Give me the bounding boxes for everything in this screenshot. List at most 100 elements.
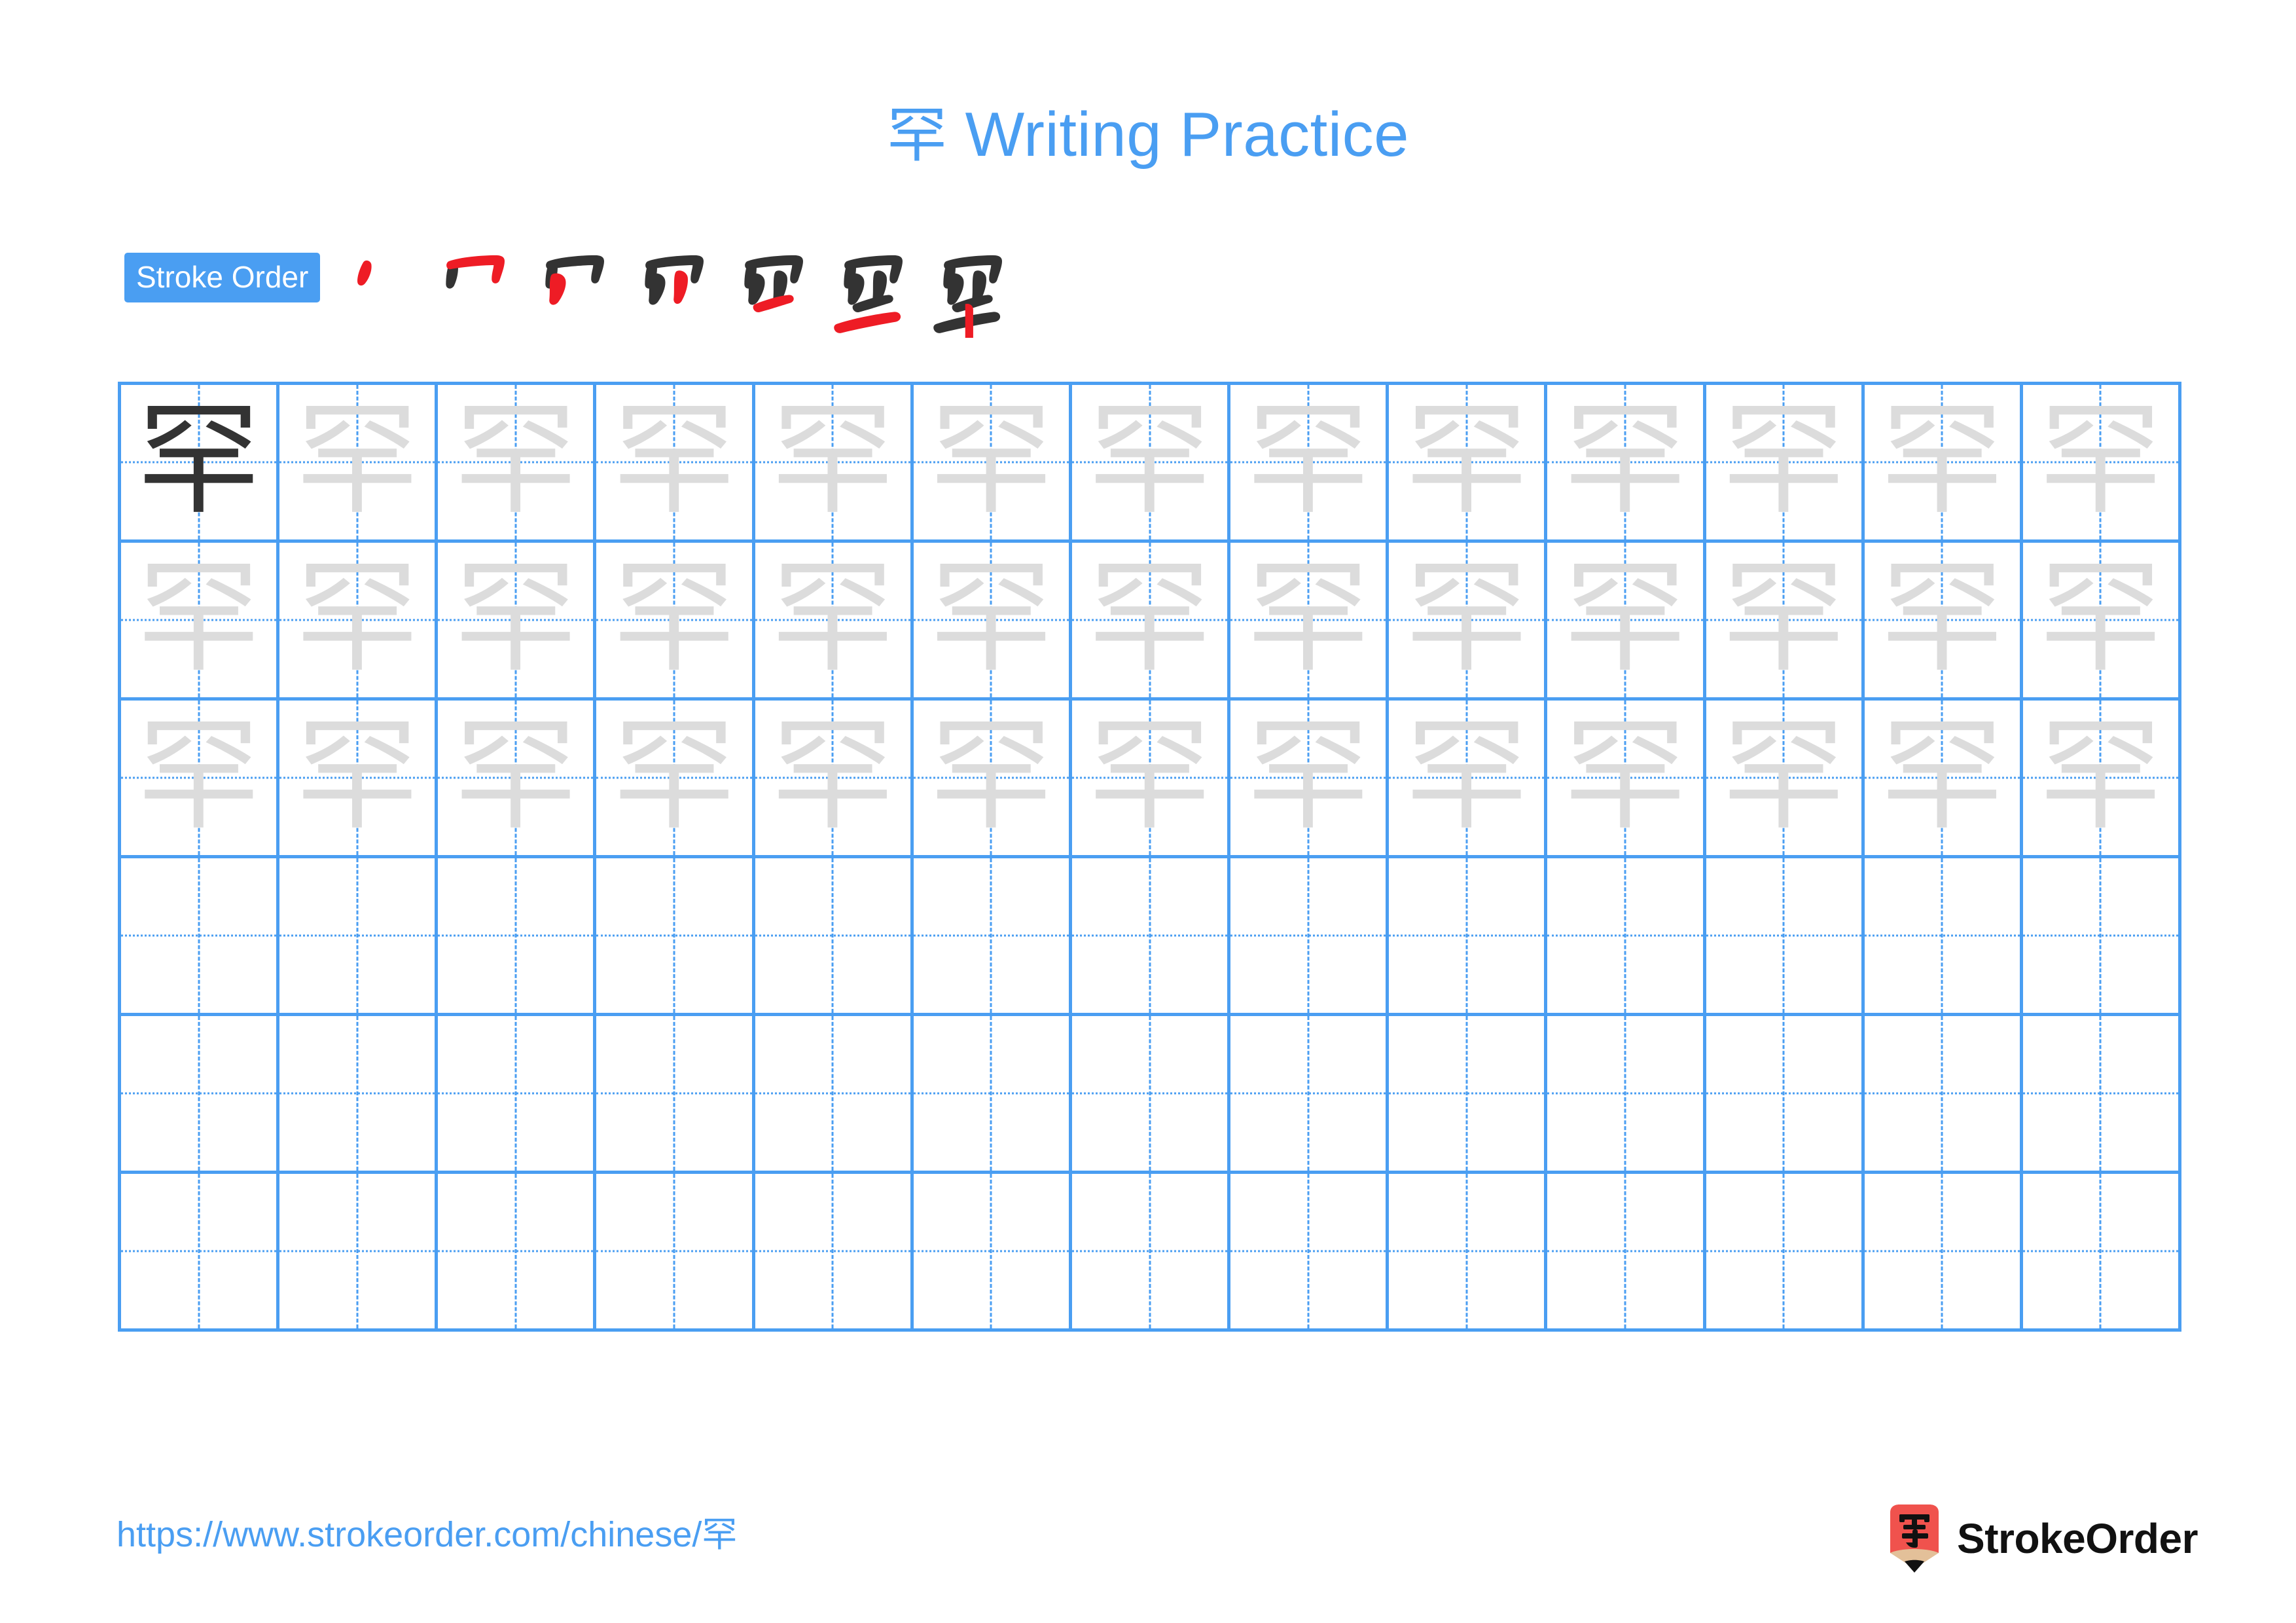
prev-strokes	[844, 255, 903, 312]
practice-cell[interactable]: 罕	[1864, 543, 2023, 701]
trace-character: 罕	[454, 704, 577, 847]
practice-cell[interactable]	[121, 1016, 280, 1174]
prev-strokes	[744, 255, 804, 305]
practice-cell[interactable]: 罕	[121, 701, 280, 858]
practice-cell[interactable]: 罕	[913, 385, 1072, 543]
trace-character: 罕	[454, 546, 577, 689]
practice-cell[interactable]	[438, 858, 597, 1016]
trace-character: 罕	[1246, 546, 1370, 689]
practice-cell[interactable]: 罕	[596, 701, 755, 858]
pencil-logo-icon	[1890, 1504, 1939, 1573]
practice-cell[interactable]	[2022, 1174, 2182, 1332]
practice-cell[interactable]	[755, 1174, 914, 1332]
practice-cell[interactable]: 罕	[2022, 385, 2182, 543]
practice-cell[interactable]: 罕	[913, 701, 1072, 858]
practice-cell[interactable]	[2022, 858, 2182, 1016]
practice-cell[interactable]: 罕	[279, 701, 439, 858]
practice-cell[interactable]	[1706, 1174, 1865, 1332]
page-title-suffix: Writing Practice	[947, 100, 1410, 170]
brand-logo[interactable]: StrokeOrder	[1886, 1503, 2198, 1574]
practice-cell[interactable]: 罕	[1389, 701, 1548, 858]
practice-cell[interactable]: 罕	[438, 385, 597, 543]
practice-cell[interactable]	[279, 858, 439, 1016]
practice-cell[interactable]: 罕	[1547, 701, 1706, 858]
trace-character: 罕	[1088, 546, 1211, 689]
practice-cell[interactable]	[1071, 1016, 1231, 1174]
practice-cell[interactable]	[1864, 1016, 2023, 1174]
practice-cell[interactable]	[1864, 858, 2023, 1016]
practice-cell[interactable]	[1230, 1174, 1390, 1332]
practice-cell[interactable]	[755, 858, 914, 1016]
practice-cell[interactable]	[913, 1174, 1072, 1332]
practice-cell[interactable]	[279, 1016, 439, 1174]
trace-character: 罕	[1246, 388, 1370, 532]
practice-cell[interactable]: 罕	[1864, 385, 2023, 543]
footer-url[interactable]: https://www.strokeorder.com/chinese/罕	[117, 1514, 737, 1556]
practice-cell[interactable]: 罕	[1071, 701, 1231, 858]
practice-cell[interactable]: 罕	[1864, 701, 2023, 858]
practice-cell[interactable]	[121, 1174, 280, 1332]
stroke-step-4	[629, 238, 728, 338]
practice-cell[interactable]	[596, 1174, 755, 1332]
practice-cell[interactable]: 罕	[121, 385, 280, 543]
practice-cell[interactable]: 罕	[1706, 385, 1865, 543]
practice-cell[interactable]	[1864, 1174, 2023, 1332]
practice-cell[interactable]	[596, 858, 755, 1016]
practice-cell[interactable]: 罕	[755, 385, 914, 543]
practice-grid-row	[121, 1016, 2182, 1174]
practice-cell[interactable]: 罕	[755, 701, 914, 858]
practice-cell[interactable]: 罕	[1230, 543, 1390, 701]
practice-cell[interactable]	[1706, 858, 1865, 1016]
practice-cell[interactable]	[1071, 858, 1231, 1016]
practice-cell[interactable]: 罕	[913, 543, 1072, 701]
practice-cell[interactable]	[913, 1016, 1072, 1174]
practice-cell[interactable]: 罕	[438, 543, 597, 701]
practice-cell[interactable]	[1389, 1174, 1548, 1332]
practice-cell[interactable]: 罕	[279, 385, 439, 543]
practice-cell[interactable]: 罕	[1706, 701, 1865, 858]
practice-cell[interactable]: 罕	[1389, 385, 1548, 543]
practice-cell[interactable]: 罕	[755, 543, 914, 701]
trace-character: 罕	[454, 388, 577, 532]
practice-cell[interactable]: 罕	[121, 543, 280, 701]
practice-cell[interactable]	[1547, 858, 1706, 1016]
practice-cell[interactable]: 罕	[1547, 543, 1706, 701]
practice-cell[interactable]	[755, 1016, 914, 1174]
practice-cell[interactable]	[438, 1016, 597, 1174]
practice-cell[interactable]: 罕	[1706, 543, 1865, 701]
footer-url-text: https://www.strokeorder.com/chinese/罕	[117, 1515, 738, 1554]
practice-cell[interactable]: 罕	[279, 543, 439, 701]
practice-cell[interactable]: 罕	[596, 385, 755, 543]
trace-character: 罕	[1405, 704, 1528, 847]
practice-cell[interactable]	[1706, 1016, 1865, 1174]
practice-cell[interactable]: 罕	[596, 543, 755, 701]
trace-character: 罕	[1088, 388, 1211, 532]
practice-cell[interactable]	[1230, 1016, 1390, 1174]
practice-cell[interactable]	[1389, 858, 1548, 1016]
stroke-order-badge: Stroke Order	[124, 253, 321, 302]
practice-cell[interactable]: 罕	[1071, 543, 1231, 701]
practice-cell[interactable]	[279, 1174, 439, 1332]
practice-cell[interactable]	[1071, 1174, 1231, 1332]
practice-cell[interactable]	[596, 1016, 755, 1174]
practice-cell[interactable]	[438, 1174, 597, 1332]
practice-cell[interactable]	[1389, 1016, 1548, 1174]
practice-cell[interactable]: 罕	[1389, 543, 1548, 701]
practice-cell[interactable]: 罕	[438, 701, 597, 858]
trace-character: 罕	[1405, 546, 1528, 689]
stroke-1-glyph	[357, 260, 372, 286]
practice-cell[interactable]	[1547, 1016, 1706, 1174]
trace-character: 罕	[2039, 546, 2162, 689]
practice-cell[interactable]	[2022, 1016, 2182, 1174]
practice-cell[interactable]: 罕	[1230, 385, 1390, 543]
practice-cell[interactable]	[913, 858, 1072, 1016]
practice-cell[interactable]: 罕	[2022, 701, 2182, 858]
practice-cell[interactable]	[121, 858, 280, 1016]
practice-cell[interactable]: 罕	[2022, 543, 2182, 701]
practice-cell[interactable]: 罕	[1230, 701, 1390, 858]
practice-cell[interactable]	[1230, 858, 1390, 1016]
practice-cell[interactable]	[1547, 1174, 1706, 1332]
practice-cell[interactable]: 罕	[1071, 385, 1231, 543]
practice-cell[interactable]: 罕	[1547, 385, 1706, 543]
stroke-step-5	[728, 238, 828, 338]
